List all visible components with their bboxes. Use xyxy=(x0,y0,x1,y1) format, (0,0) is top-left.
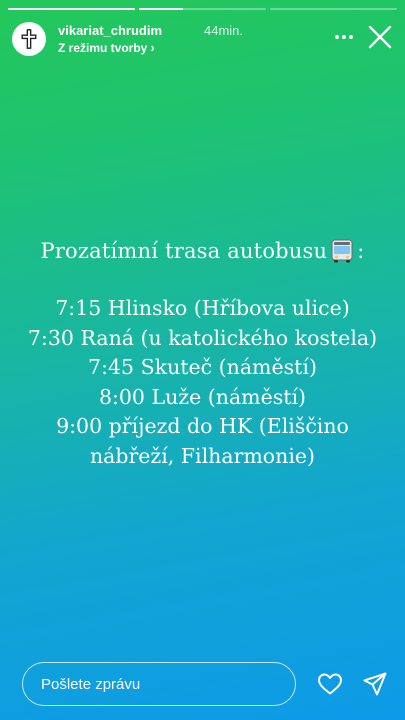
route-title-text: Prozatímní trasa autobusu xyxy=(40,239,328,263)
more-dots-icon xyxy=(335,35,353,39)
close-button[interactable] xyxy=(367,24,393,50)
creation-mode-label: Z režimu tvorby xyxy=(58,40,148,55)
story-progress-fill xyxy=(139,8,184,10)
message-input[interactable] xyxy=(22,662,296,706)
story-content: Prozatímní trasa autobusu : 7:15 Hlinsko… xyxy=(0,238,405,471)
username[interactable]: vikariat_chrudim xyxy=(58,23,162,38)
route-stop: 9:00 příjezd do HK (Eliščino xyxy=(56,414,349,438)
story-header: vikariat_chrudim 44min. Z režimu tvorby … xyxy=(12,22,393,58)
route-stop: nábřeží, Filharmonie) xyxy=(89,443,316,468)
timestamp: 44min. xyxy=(204,23,244,38)
route-title: Prozatímní trasa autobusu : xyxy=(0,238,405,264)
route-stop: 7:45 Skuteč (náměstí) xyxy=(88,355,317,379)
story-progress-segment xyxy=(270,8,397,10)
route-stop: 8:00 Luže (náměstí) xyxy=(98,384,307,409)
avatar[interactable] xyxy=(12,22,46,56)
story-progress-fill xyxy=(8,8,135,10)
heart-icon[interactable] xyxy=(317,672,343,696)
route-stop: 7:30 Raná (u katolického kostela) xyxy=(27,325,378,350)
route-stops: 7:15 Hlinsko (Hříbova ulice) 7:30 Raná (… xyxy=(0,294,405,471)
story-progress xyxy=(8,8,397,10)
bus-icon xyxy=(331,239,353,263)
cross-icon xyxy=(21,29,37,49)
close-icon xyxy=(368,25,392,49)
story-progress-segment xyxy=(8,8,135,10)
send-icon[interactable] xyxy=(362,671,388,697)
story-progress-segment xyxy=(139,8,266,10)
chevron-right-icon: › xyxy=(150,40,155,55)
story-footer xyxy=(0,658,405,720)
route-title-colon: : xyxy=(357,239,365,263)
more-button[interactable] xyxy=(331,24,357,50)
route-stop: 7:15 Hlinsko (Hříbova ulice) xyxy=(55,296,350,320)
creation-mode-link[interactable]: Z režimu tvorby › xyxy=(58,40,155,55)
